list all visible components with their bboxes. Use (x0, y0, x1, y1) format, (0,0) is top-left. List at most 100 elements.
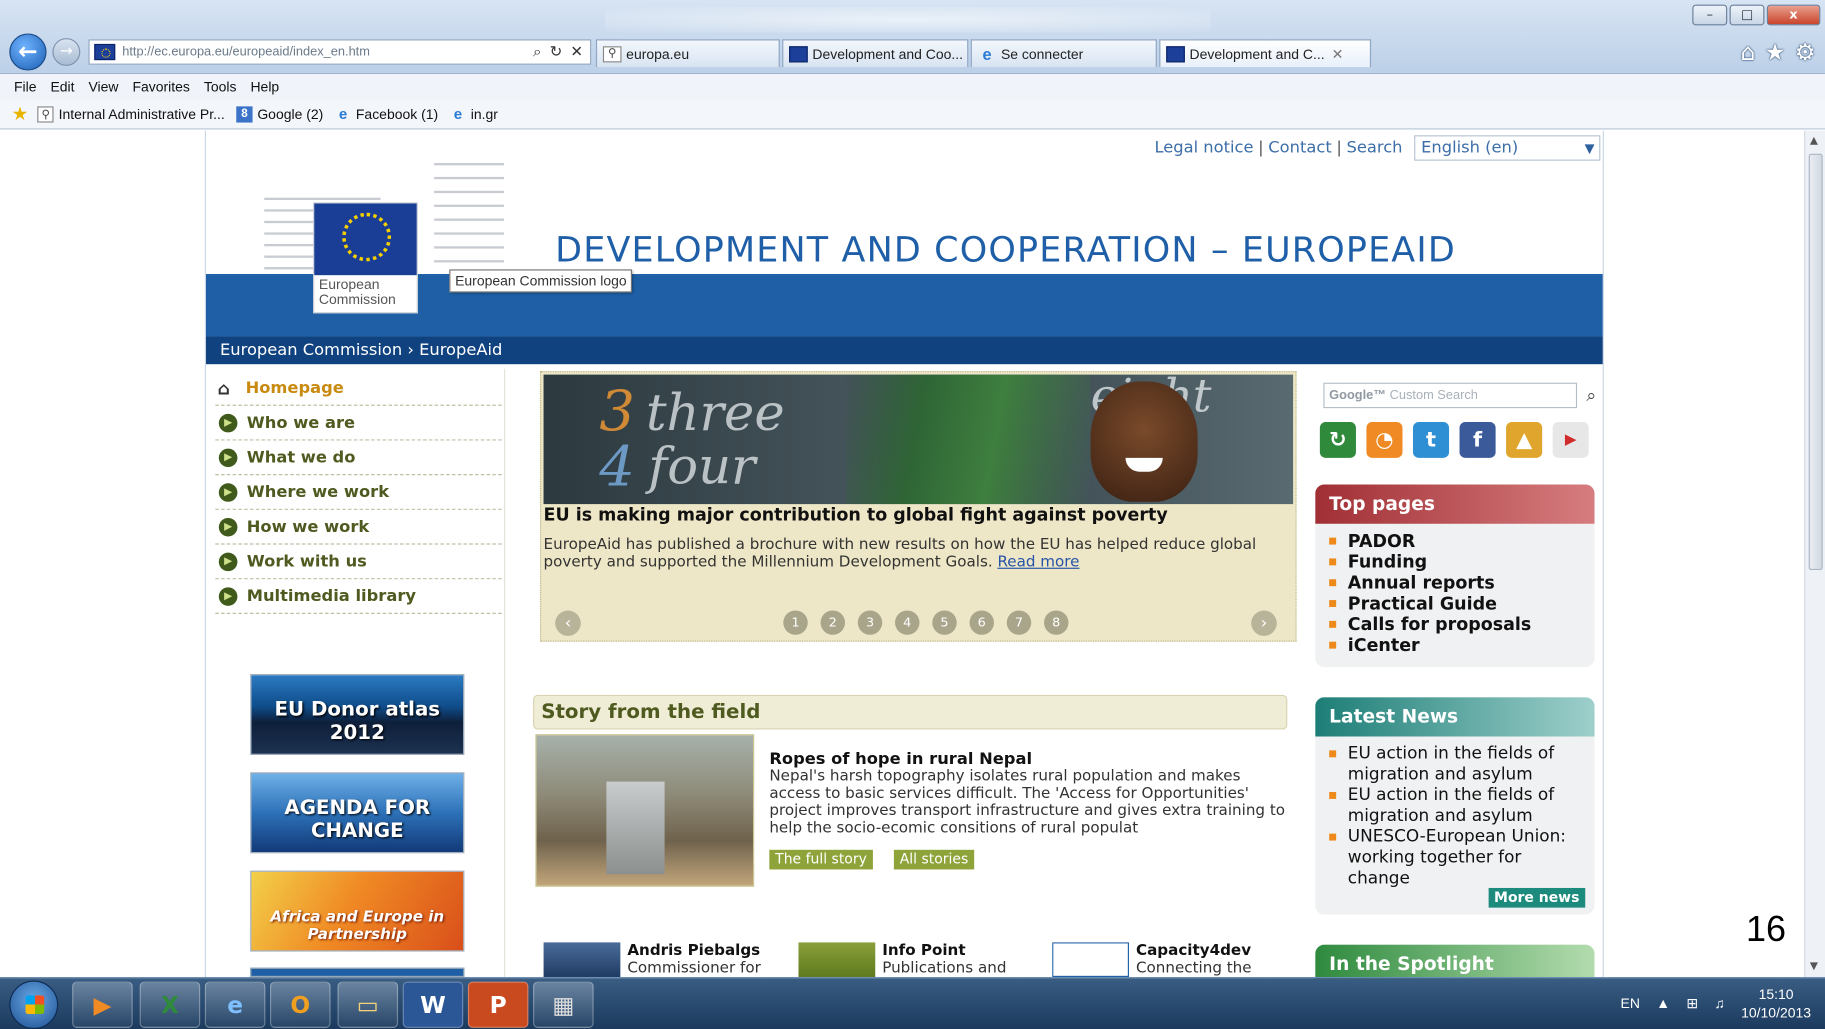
carousel-page-6[interactable]: 6 (969, 610, 994, 635)
top-page-link[interactable]: Practical Guide (1329, 593, 1587, 614)
maximize-button[interactable]: □ (1729, 4, 1765, 26)
menu-view[interactable]: View (88, 79, 118, 95)
top-page-link[interactable]: iCenter (1329, 635, 1587, 656)
carousel-photo[interactable]: 3 three 4 four eight (543, 374, 1294, 505)
google-search-input[interactable]: Google™ Custom Search (1323, 382, 1578, 409)
carousel-page-7[interactable]: 7 (1006, 610, 1032, 635)
breadcrumb[interactable]: European Commission › EuropeAid (206, 336, 1603, 365)
european-commission-logo[interactable]: European Commission (313, 202, 418, 314)
story-photo[interactable] (535, 734, 755, 887)
media-player-icon[interactable]: ▶ (72, 981, 133, 1028)
search-icon[interactable]: ⌕ (1586, 385, 1596, 406)
address-url[interactable]: http://ec.europa.eu/europeaid/index_en.h… (122, 45, 533, 59)
language-select[interactable]: English (en) (1414, 135, 1601, 161)
top-page-link[interactable]: Calls for proposals (1329, 614, 1587, 635)
language-indicator[interactable]: EN (1621, 995, 1640, 1011)
favorite-in-gr[interactable]: e in.gr (450, 105, 498, 122)
forward-button[interactable]: → (52, 38, 81, 66)
nav-item-multimedia-library[interactable]: ▶ Multimedia library (215, 579, 502, 614)
share-icon[interactable]: ↻ (1319, 422, 1356, 458)
contact-link[interactable]: Contact (1268, 139, 1331, 157)
powerpoint-icon[interactable]: P (467, 981, 529, 1028)
tab-europa[interactable]: ⚲ europa.eu (595, 39, 780, 68)
twitter-icon[interactable]: t (1412, 422, 1450, 458)
favorites-star-icon[interactable]: ★ (1765, 38, 1786, 66)
scroll-down-icon[interactable]: ▼ (1810, 961, 1818, 973)
flickr-icon[interactable]: ▲ (1506, 422, 1543, 458)
carousel-page-3[interactable]: 3 (857, 610, 883, 635)
all-stories-button[interactable]: All stories (893, 849, 975, 870)
start-button[interactable] (9, 980, 59, 1029)
favorite-facebook[interactable]: e Facebook (1) (335, 105, 438, 122)
commissioner-item[interactable]: Andris Piebalgs Commissioner for (543, 942, 788, 977)
back-button[interactable]: ← (9, 33, 47, 71)
carousel-next-button[interactable]: › (1251, 610, 1277, 636)
carousel-page-2[interactable]: 2 (820, 610, 845, 635)
nav-item-what-we-do[interactable]: ▶ What we do (215, 441, 502, 476)
ie-icon[interactable]: e (204, 981, 266, 1028)
vertical-scrollbar[interactable]: ▲ ▼ (1804, 130, 1825, 977)
rss-icon[interactable]: ◔ (1366, 422, 1403, 458)
menu-favorites[interactable]: Favorites (132, 79, 189, 95)
top-page-link[interactable]: PADOR (1329, 531, 1587, 552)
nav-item-homepage[interactable]: ⌂ Homepage (215, 371, 502, 406)
news-link[interactable]: EU action in the fields of migration and… (1329, 743, 1587, 785)
scroll-up-icon[interactable]: ▲ (1810, 135, 1818, 147)
more-news-button[interactable]: More news (1488, 887, 1586, 908)
explorer-icon[interactable]: ▭ (337, 981, 399, 1028)
nav-item-work-with-us[interactable]: ▶ Work with us (215, 545, 502, 580)
carousel-page-8[interactable]: 8 (1044, 610, 1069, 635)
favorite-internal-admin[interactable]: ⚲ Internal Administrative Pr... (37, 105, 225, 122)
menu-edit[interactable]: Edit (50, 79, 74, 95)
nav-item-where-we-work[interactable]: ▶ Where we work (215, 475, 502, 510)
menu-tools[interactable]: Tools (204, 79, 237, 95)
eu-donor-atlas-banner[interactable]: EU Donor atlas 2012 (250, 674, 465, 755)
tab-development-1[interactable]: Development and Coo... (782, 39, 969, 68)
close-tab-icon[interactable]: ✕ (1332, 46, 1344, 62)
top-page-link[interactable]: Funding (1329, 552, 1587, 572)
news-link[interactable]: EU action in the fields of migration and… (1329, 785, 1587, 827)
menu-file[interactable]: File (14, 79, 37, 95)
word-icon[interactable]: W (402, 981, 464, 1028)
carousel-prev-button[interactable]: ‹ (555, 610, 581, 636)
close-window-button[interactable]: x (1766, 4, 1821, 26)
nav-item-how-we-work[interactable]: ▶ How we work (215, 510, 502, 545)
favorites-star-icon[interactable]: ★ (12, 102, 29, 125)
network-icon[interactable]: ⊞ (1686, 995, 1698, 1011)
excel-icon[interactable]: X (139, 981, 201, 1028)
calculator-icon[interactable]: ▦ (533, 981, 594, 1028)
favorite-google[interactable]: 8 Google (2) (236, 105, 323, 122)
top-page-link[interactable]: Annual reports (1329, 572, 1587, 593)
story-title[interactable]: Ropes of hope in rural Nepal (769, 750, 1032, 768)
capacity4dev-item[interactable]: Capacity4dev Connecting the (1052, 942, 1296, 977)
clock[interactable]: 15:10 10/10/2013 (1741, 985, 1811, 1022)
search-link[interactable]: Search (1347, 139, 1403, 157)
africa-europe-partnership-banner[interactable]: Africa and Europe in Partnership (250, 870, 465, 952)
refresh-icon[interactable]: ↻ (550, 43, 563, 60)
agenda-for-change-banner[interactable]: AGENDA FOR CHANGE (250, 772, 465, 854)
legal-notice-link[interactable]: Legal notice (1154, 139, 1253, 157)
outlook-icon[interactable]: O (270, 981, 331, 1028)
tray-arrow-icon[interactable]: ▲ (1656, 995, 1670, 1011)
address-bar[interactable]: http://ec.europa.eu/europeaid/index_en.h… (88, 39, 592, 65)
home-icon[interactable]: ⌂ (1741, 38, 1756, 66)
carousel-page-1[interactable]: 1 (783, 610, 808, 635)
next-banner[interactable] (250, 967, 465, 977)
carousel-title[interactable]: EU is making major contribution to globa… (544, 504, 1168, 525)
search-icon[interactable]: ⌕ (533, 43, 541, 60)
full-story-button[interactable]: The full story (769, 849, 873, 870)
gear-icon[interactable]: ⚙ (1795, 38, 1816, 66)
scroll-thumb[interactable] (1808, 153, 1823, 571)
facebook-icon[interactable]: f (1459, 422, 1496, 458)
tab-se-connecter[interactable]: e Se connecter (970, 39, 1157, 68)
nav-item-who-we-are[interactable]: ▶ Who we are (215, 406, 502, 441)
stop-icon[interactable]: ✕ (570, 43, 583, 60)
carousel-page-4[interactable]: 4 (895, 610, 920, 635)
youtube-icon[interactable]: ▶ (1552, 422, 1589, 458)
menu-help[interactable]: Help (250, 79, 279, 95)
info-point-item[interactable]: Info Point Publications and (798, 942, 1042, 977)
news-link[interactable]: UNESCO-European Union: working together … (1329, 827, 1587, 889)
minimize-button[interactable]: – (1692, 4, 1728, 26)
tab-development-active[interactable]: Development and C... ✕ (1159, 39, 1372, 68)
carousel-page-5[interactable]: 5 (932, 610, 957, 635)
